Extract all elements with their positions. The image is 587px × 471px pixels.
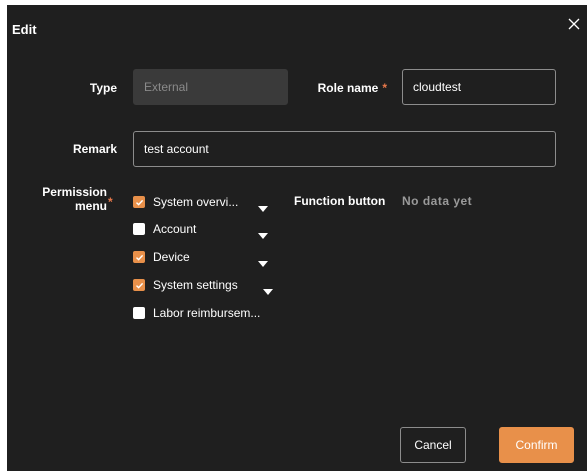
role-name-label: Role name * — [297, 81, 387, 95]
function-button-label: Function button — [294, 194, 386, 208]
remark-input[interactable]: test account — [133, 131, 556, 167]
permission-item-label: System overvi... — [153, 195, 239, 209]
caret-down-icon[interactable] — [263, 282, 273, 295]
checkbox-checked-icon[interactable] — [133, 196, 145, 208]
type-label: Type — [89, 81, 117, 95]
dialog-title: Edit — [12, 22, 37, 37]
role-name-input[interactable]: cloudtest — [402, 69, 556, 105]
function-button-empty-text: No data yet — [402, 194, 473, 208]
cancel-button[interactable]: Cancel — [400, 427, 466, 463]
required-mark: * — [382, 81, 387, 95]
caret-down-icon[interactable] — [258, 199, 268, 212]
type-field: External — [133, 69, 288, 105]
remark-label: Remark — [72, 142, 117, 156]
caret-down-icon[interactable] — [258, 226, 268, 239]
permission-item-label: System settings — [153, 278, 238, 292]
permission-item[interactable]: System overvi... — [133, 193, 238, 211]
checkbox-unchecked-icon[interactable] — [133, 223, 145, 235]
confirm-button[interactable]: Confirm — [499, 427, 574, 463]
checkbox-unchecked-icon[interactable] — [133, 307, 145, 319]
caret-down-icon[interactable] — [258, 254, 268, 267]
close-icon[interactable] — [567, 17, 581, 31]
permission-item[interactable]: Account — [133, 220, 196, 238]
edit-dialog: Edit Type External Role name * cloudtest … — [7, 5, 587, 471]
permission-menu-label: Permission menu — [37, 185, 107, 213]
permission-label-line1: Permission — [42, 185, 107, 199]
checkbox-checked-icon[interactable] — [133, 251, 145, 263]
permission-item-label: Device — [153, 250, 190, 264]
permission-item-label: Labor reimbursem... — [153, 306, 261, 320]
checkbox-checked-icon[interactable] — [133, 279, 145, 291]
permission-label-line2: menu — [74, 199, 107, 213]
role-name-label-text: Role name — [317, 81, 379, 95]
permission-item[interactable]: Labor reimbursem... — [133, 304, 260, 322]
permission-item[interactable]: Device — [133, 248, 190, 266]
permission-item[interactable]: System settings — [133, 276, 238, 294]
permission-required-mark: * — [108, 195, 113, 209]
permission-item-label: Account — [153, 222, 197, 236]
